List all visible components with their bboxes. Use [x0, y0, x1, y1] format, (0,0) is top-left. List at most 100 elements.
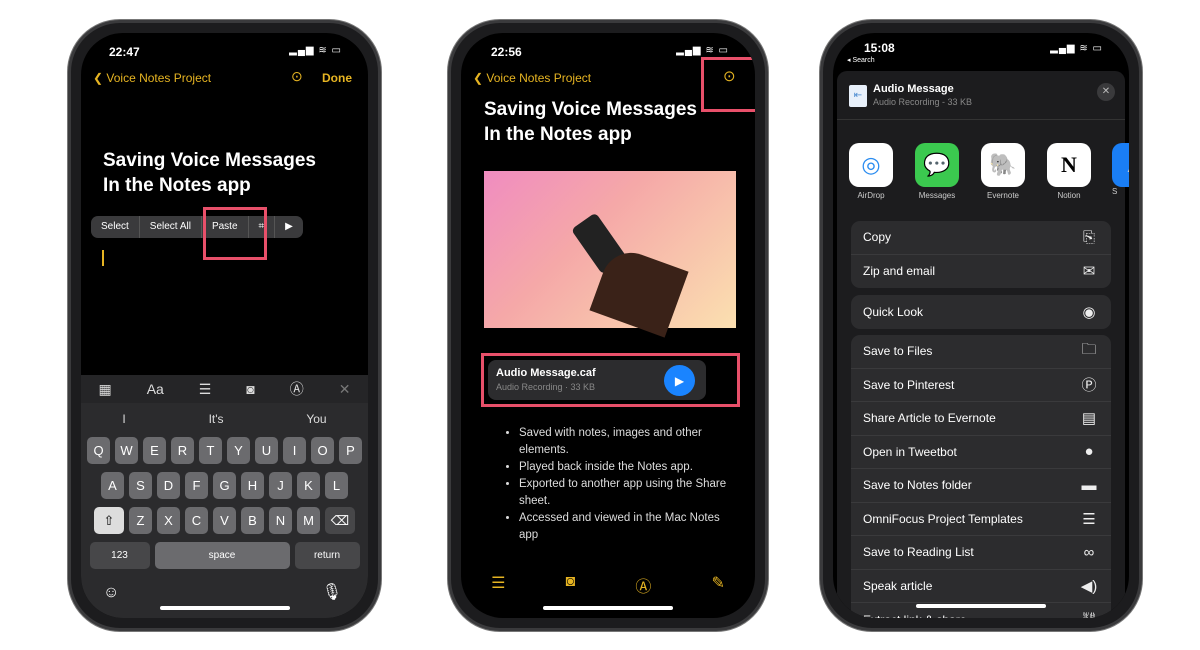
markup-icon[interactable]: Ⓐ [635, 573, 651, 597]
key[interactable]: N [269, 507, 292, 534]
suggestions-bar: I It's You [81, 405, 368, 433]
phone-share-sheet: 15:08 ◂ Search ▂▄▆ ≋ ▭ ⇤ Audio Message A… [820, 20, 1142, 631]
key[interactable]: I [283, 437, 306, 464]
more-icon[interactable]: ⊙ [291, 68, 303, 85]
key[interactable]: C [185, 507, 208, 534]
key[interactable]: O [311, 437, 334, 464]
share-action[interactable]: Share Article to Evernote ▤ [851, 402, 1111, 436]
suggestion[interactable]: It's [209, 412, 224, 426]
eye-icon: ◉ [1082, 303, 1096, 321]
share-action[interactable]: Save to Reading List ∞ [851, 536, 1111, 570]
audio-file-icon: ⇤ [849, 85, 867, 107]
return-key[interactable]: return [294, 542, 360, 569]
action-label: OmniFocus Project Templates [863, 511, 1023, 526]
share-action[interactable]: Open in Tweetbot ● [851, 436, 1111, 469]
microphone-icon[interactable]: 🎙 [322, 582, 342, 602]
key[interactable]: S [129, 472, 152, 499]
close-button[interactable]: ✕ [1097, 83, 1115, 101]
share-action[interactable]: Save to Files 🗀 [851, 335, 1111, 369]
share-action[interactable]: Save to Notes folder ▬ [851, 469, 1111, 503]
chat-bubble-icon: ● [1084, 443, 1094, 461]
action-label: Copy [863, 230, 892, 245]
key[interactable]: D [157, 472, 180, 499]
glasses-icon: ∞ [1083, 543, 1095, 561]
share-app-airdrop[interactable]: ◎ AirDrop [848, 143, 894, 200]
action-label: Quick Look [863, 304, 924, 319]
file-name: Audio Message [873, 83, 954, 95]
key[interactable]: K [297, 472, 320, 499]
suggestion[interactable]: You [306, 412, 326, 426]
key[interactable]: M [297, 507, 320, 534]
key[interactable]: Y [227, 437, 250, 464]
numbers-key[interactable]: 123 [89, 542, 150, 569]
share-app-messages[interactable]: 💬 Messages [914, 143, 960, 200]
share-action[interactable]: OmniFocus Project Templates ☰ [851, 503, 1111, 536]
close-icon[interactable]: ✕ [339, 381, 351, 398]
share-action[interactable]: Save to Pinterest Ⓟ [851, 369, 1111, 402]
back-button[interactable]: ❮ Voice Notes Project [473, 71, 591, 85]
note-title: Saving Voice Messages In the Notes app [103, 150, 316, 196]
table-icon[interactable]: ▦ [98, 381, 111, 398]
key[interactable]: V [213, 507, 236, 534]
status-icons: ▂▄▆ ≋ ▭ [676, 45, 729, 56]
key[interactable]: A [101, 472, 124, 499]
action-label: Save to Pinterest [863, 377, 955, 392]
checklist-icon[interactable]: ☰ [199, 381, 212, 398]
highlight-box [481, 353, 740, 407]
back-label: Voice Notes Project [106, 71, 212, 85]
key[interactable]: H [241, 472, 264, 499]
markup-icon[interactable]: Ⓐ [290, 379, 304, 399]
text-format-button[interactable]: Aa [147, 381, 164, 397]
share-app-notion[interactable]: N Notion [1046, 143, 1092, 200]
key[interactable]: P [339, 437, 362, 464]
key[interactable]: E [143, 437, 166, 464]
suggestion[interactable]: I [122, 412, 125, 426]
app-icon: ▲ [1112, 143, 1129, 187]
bullet-item: Played back inside the Notes app. [519, 459, 741, 476]
key[interactable]: L [325, 472, 348, 499]
delete-key[interactable]: ⌫ [325, 507, 355, 534]
key[interactable]: B [241, 507, 264, 534]
share-action[interactable]: Quick Look ◉ [851, 295, 1111, 329]
key[interactable]: T [199, 437, 222, 464]
action-label: Open in Tweetbot [863, 444, 957, 459]
checklist-icon[interactable]: ☰ [491, 573, 505, 597]
action-label: Extract link & share [863, 613, 966, 618]
key[interactable]: Q [87, 437, 110, 464]
phone-notes-attachment: 22:56 ▂▄▆ ≋ ▭ ❮ Voice Notes Project ⊙ Sa… [448, 20, 768, 631]
key[interactable]: Z [129, 507, 152, 534]
note-title: Saving Voice Messages In the Notes app [484, 99, 697, 145]
action-label: Save to Files [863, 344, 933, 359]
list-icon: ☰ [1082, 510, 1096, 528]
key[interactable]: U [255, 437, 278, 464]
back-button[interactable]: ❮ Voice Notes Project [93, 71, 211, 85]
key[interactable]: F [185, 472, 208, 499]
share-action[interactable]: Speak article ◀) [851, 570, 1111, 603]
text-cursor [102, 250, 104, 266]
emoji-icon[interactable]: ☺ [103, 584, 119, 602]
shift-key[interactable]: ⇧ [94, 507, 124, 534]
compose-icon[interactable]: ✎ [712, 573, 725, 597]
edit-menu: Select Select All Paste ⌗ ▶ [91, 216, 303, 238]
key[interactable]: R [171, 437, 194, 464]
select-button[interactable]: Select [91, 216, 140, 238]
note-image [484, 171, 736, 338]
back-to-search[interactable]: ◂ Search [847, 56, 875, 64]
share-action[interactable]: Copy ⎘ [851, 221, 1111, 255]
key[interactable]: J [269, 472, 292, 499]
key[interactable]: G [213, 472, 236, 499]
key[interactable]: W [115, 437, 138, 464]
menu-more-arrow-icon[interactable]: ▶ [275, 216, 303, 238]
camera-icon[interactable]: ◙ [566, 573, 576, 597]
status-time: 22:47 [109, 45, 140, 59]
bullet-list: Saved with notes, images and other eleme… [501, 425, 741, 544]
select-all-button[interactable]: Select All [140, 216, 202, 238]
space-key[interactable]: space [154, 542, 290, 569]
share-action[interactable]: Zip and email ✉ [851, 255, 1111, 289]
share-app-partial[interactable]: ▲S [1112, 143, 1129, 196]
share-app-evernote[interactable]: 🐘 Evernote [980, 143, 1026, 200]
camera-icon[interactable]: ◙ [246, 381, 254, 397]
key[interactable]: X [157, 507, 180, 534]
done-button[interactable]: Done [322, 71, 352, 85]
status-icons: ▂▄▆ ≋ ▭ [289, 45, 342, 56]
